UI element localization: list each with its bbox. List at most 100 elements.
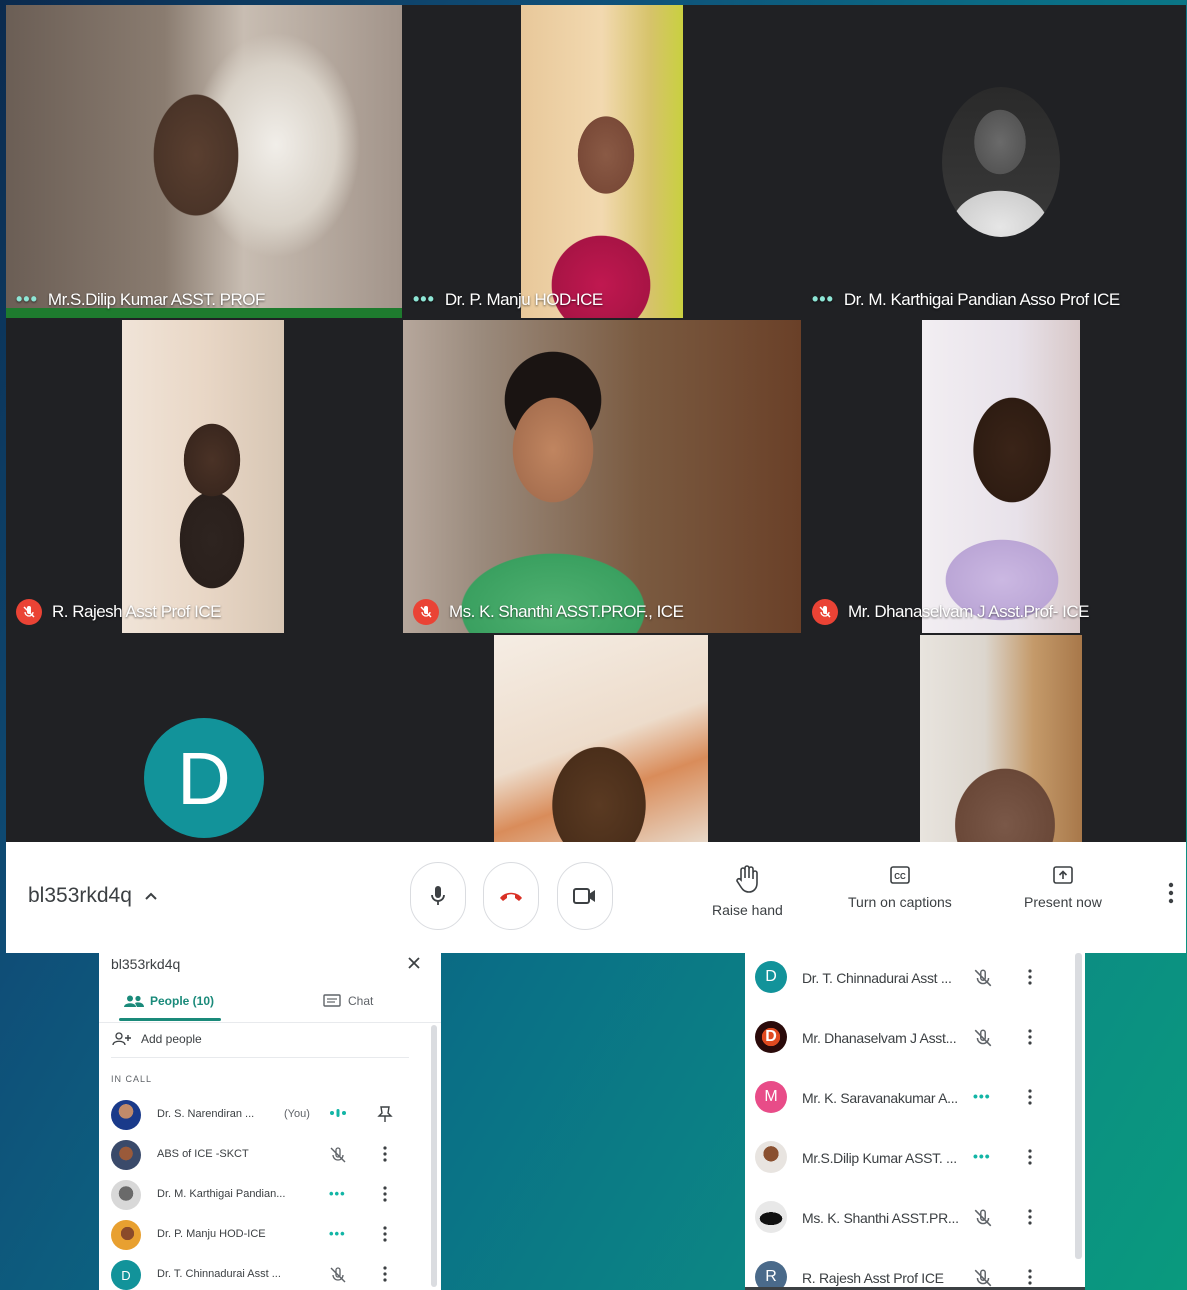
participant-row[interactable]: D Dr. T. Chinnadurai Asst ... — [745, 961, 1085, 995]
meeting-grid: ••• Mr.S.Dilip Kumar ASST. PROF ••• Dr. … — [6, 5, 1186, 953]
speaking-icon: ••• — [329, 1226, 346, 1241]
participant-tile[interactable]: R. Rajesh Asst Prof ICE — [6, 320, 402, 633]
participant-row[interactable]: ABS of ICE -SKCT — [99, 1140, 441, 1170]
speaking-icon — [329, 1106, 347, 1125]
speaking-icon: ••• — [973, 1088, 991, 1104]
microphone-muted-icon — [413, 599, 439, 625]
meeting-details-toggle[interactable]: bl353rkd4q — [28, 884, 158, 908]
tab-chat[interactable]: Chat — [323, 994, 373, 1008]
participant-row[interactable]: D Dr. T. Chinnadurai Asst ... — [99, 1260, 441, 1290]
present-screen-icon — [1053, 866, 1073, 884]
meeting-toolbar: bl353rkd4q Raise hand CC Turn on caption… — [6, 842, 1186, 953]
participant-name: ABS of ICE -SKCT — [157, 1148, 249, 1160]
participant-name: Ms. K. Shanthi ASST.PROF., ICE — [449, 602, 684, 621]
scrollbar[interactable] — [431, 1025, 437, 1287]
leave-call-button[interactable] — [483, 862, 539, 930]
more-options-button[interactable] — [1168, 882, 1174, 909]
pin-icon[interactable] — [377, 1105, 393, 1123]
more-vert-icon[interactable] — [383, 1226, 387, 1242]
microphone-muted-icon — [16, 599, 42, 625]
speaking-icon: ••• — [329, 1186, 346, 1201]
participant-tile[interactable]: Mr. Dhanaselvam J Asst.Prof- ICE — [802, 320, 1186, 633]
avatar — [111, 1100, 141, 1130]
microphone-muted-icon — [974, 1269, 992, 1287]
close-icon[interactable] — [407, 956, 421, 970]
participant-name: Dr. P. Manju HOD-ICE — [444, 289, 603, 309]
add-people-button[interactable]: Add people — [111, 1032, 202, 1046]
participant-video — [6, 5, 402, 318]
participant-tile[interactable]: ••• Dr. M. Karthigai Pandian Asso Prof I… — [802, 5, 1186, 318]
participant-avatar: D — [144, 718, 264, 838]
avatar — [111, 1180, 141, 1210]
avatar — [111, 1220, 141, 1250]
participant-row[interactable]: Dr. M. Karthigai Pandian... ••• — [99, 1180, 441, 1210]
avatar — [755, 1201, 787, 1233]
present-now-button[interactable]: Present now — [1024, 864, 1102, 910]
participant-name: Mr.S.Dilip Kumar ASST. ... — [802, 1150, 957, 1166]
raise-hand-button[interactable]: Raise hand — [712, 864, 783, 918]
participant-name: Dr. M. Karthigai Pandian... — [157, 1188, 286, 1200]
people-panel: bl353rkd4q People (10) Chat Add people I… — [99, 945, 441, 1290]
meeting-code: bl353rkd4q — [28, 884, 132, 907]
participant-name: Mr. K. Saravanakumar A... — [802, 1090, 958, 1106]
participant-name: Mr.S.Dilip Kumar ASST. PROF — [47, 289, 266, 309]
more-options-icon[interactable]: ••• — [413, 289, 435, 310]
more-vert-icon[interactable] — [1028, 968, 1032, 986]
more-options-icon[interactable]: ••• — [812, 289, 834, 310]
participant-tile[interactable]: ••• Dr. P. Manju HOD-ICE — [403, 5, 801, 318]
participant-video — [920, 635, 1082, 842]
participant-name: Dr. T. Chinnadurai Asst ... — [157, 1268, 281, 1280]
raise-hand-label: Raise hand — [712, 902, 783, 918]
microphone-muted-icon — [974, 969, 992, 987]
active-tab-indicator — [119, 1018, 221, 1021]
tab-people[interactable]: People (10) — [124, 994, 214, 1008]
more-vert-icon[interactable] — [383, 1146, 387, 1162]
captions-button[interactable]: CC Turn on captions — [848, 864, 952, 910]
participant-row[interactable]: M Mr. K. Saravanakumar A... ••• — [745, 1081, 1085, 1115]
participant-tile[interactable] — [802, 635, 1186, 842]
more-vert-icon[interactable] — [1028, 1268, 1032, 1286]
chat-icon — [323, 994, 341, 1007]
participant-video — [494, 635, 708, 842]
you-label: (You) — [284, 1108, 310, 1120]
participant-tile[interactable]: Ms. K. Shanthi ASST.PROF., ICE — [403, 320, 801, 633]
participant-tile[interactable]: ••• Mr.S.Dilip Kumar ASST. PROF — [6, 5, 402, 318]
avatar — [755, 1141, 787, 1173]
participant-avatar — [942, 87, 1060, 237]
people-icon — [124, 995, 144, 1007]
more-vert-icon[interactable] — [1028, 1028, 1032, 1046]
add-person-icon — [112, 1032, 131, 1046]
chevron-up-icon — [145, 892, 157, 900]
more-vert-icon[interactable] — [1028, 1088, 1032, 1106]
participant-video — [922, 320, 1080, 633]
divider — [99, 1022, 441, 1023]
hang-up-icon — [500, 892, 522, 901]
participant-row[interactable]: Mr.S.Dilip Kumar ASST. ... ••• — [745, 1141, 1085, 1175]
tab-chat-label: Chat — [348, 994, 374, 1008]
more-vert-icon[interactable] — [383, 1266, 387, 1282]
camera-icon — [573, 888, 595, 904]
participant-row[interactable]: R R. Rajesh Asst Prof ICE — [745, 1261, 1085, 1290]
microphone-button[interactable] — [410, 862, 466, 930]
participant-name: Dr. M. Karthigai Pandian Asso Prof ICE — [843, 289, 1120, 309]
participant-row[interactable]: D Mr. Dhanaselvam J Asst... — [745, 1021, 1085, 1055]
participant-name: R. Rajesh Asst Prof ICE — [802, 1270, 944, 1286]
people-panel-scrolled: D Dr. T. Chinnadurai Asst ... D Mr. Dhan… — [745, 953, 1085, 1290]
participant-row[interactable]: Dr. P. Manju HOD-ICE ••• — [99, 1220, 441, 1250]
participant-row[interactable]: Dr. S. Narendiran ... (You) — [99, 1100, 441, 1130]
add-people-label: Add people — [141, 1032, 202, 1046]
participant-tile[interactable] — [403, 635, 801, 842]
more-vert-icon[interactable] — [383, 1186, 387, 1202]
more-options-icon[interactable]: ••• — [16, 289, 38, 310]
camera-button[interactable] — [557, 862, 613, 930]
microphone-muted-icon — [330, 1147, 346, 1163]
avatar — [111, 1140, 141, 1170]
avatar: D — [755, 1021, 787, 1053]
more-vert-icon[interactable] — [1028, 1148, 1032, 1166]
panel-title: bl353rkd4q — [111, 956, 181, 972]
participant-row[interactable]: Ms. K. Shanthi ASST.PR... — [745, 1201, 1085, 1235]
scrollbar[interactable] — [1075, 953, 1082, 1259]
more-vert-icon[interactable] — [1028, 1208, 1032, 1226]
hand-icon — [736, 865, 759, 893]
participant-tile[interactable]: D — [6, 635, 402, 842]
